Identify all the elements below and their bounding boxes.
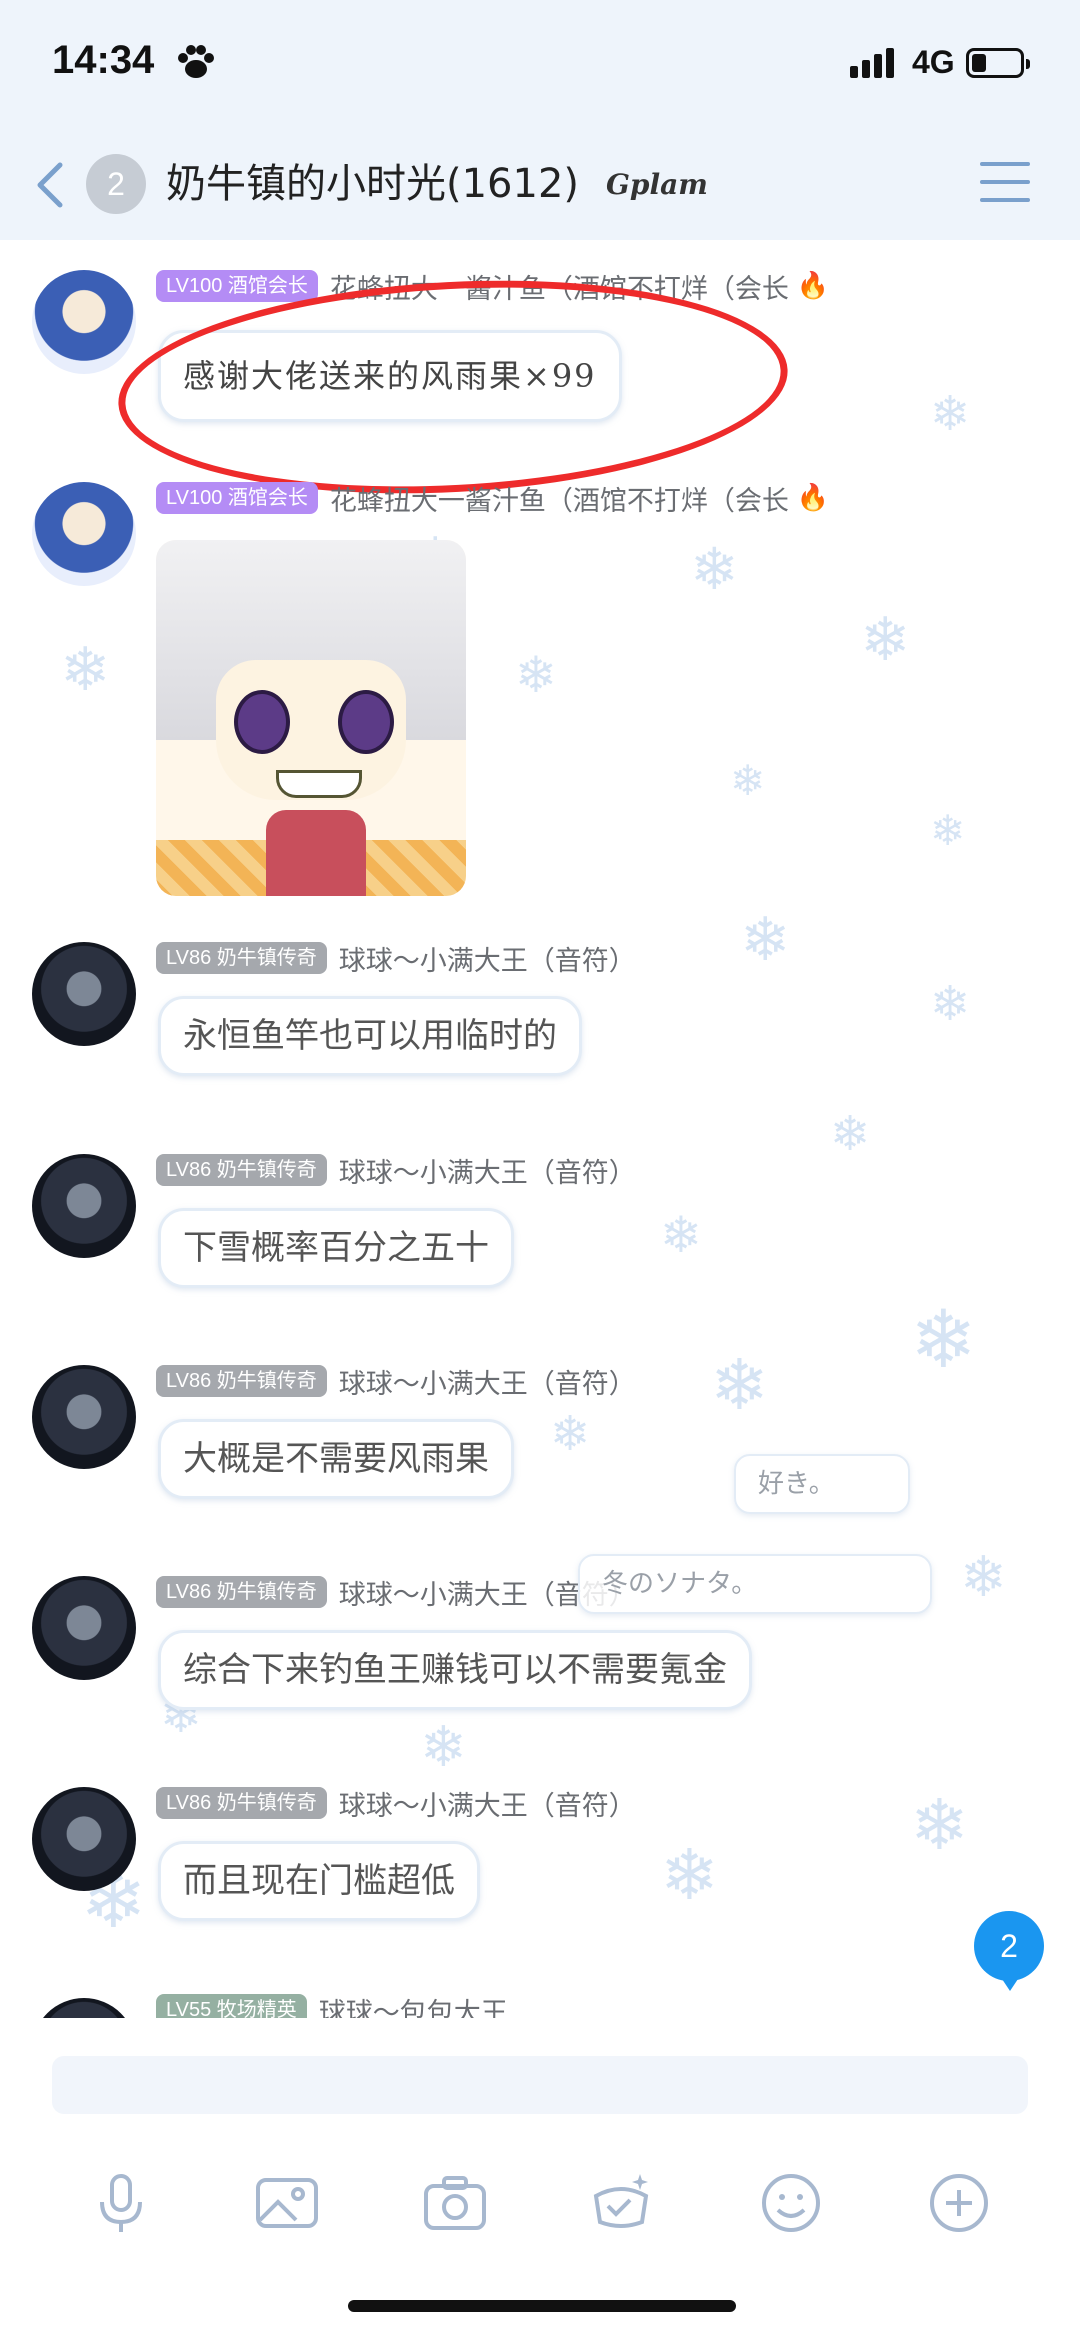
sender-name[interactable]: 球球～小满大王（音符）	[339, 939, 636, 978]
snowflake-decoration: ❄	[740, 905, 791, 975]
snowflake-decoration: ❄	[550, 1406, 591, 1462]
snowflake-decoration: ❄	[690, 535, 739, 603]
avatar[interactable]	[32, 1154, 136, 1258]
chat-header: 2 奶牛镇的小时光(1612) Gplam	[0, 130, 1080, 240]
snowflake-decoration: ❄	[660, 1834, 719, 1916]
message-meta: LV86 奶牛镇传奇 球球～小满大王（音符）	[156, 1574, 636, 1611]
sender-name[interactable]: 球球～小满大王（音符）	[339, 1362, 636, 1401]
overlay-bubble: 好き。	[734, 1454, 910, 1514]
microphone-icon[interactable]	[86, 2168, 156, 2238]
snowflake-decoration: ❄	[960, 1545, 1007, 1610]
fire-icon: 🔥	[796, 483, 830, 513]
message-meta: LV86 奶牛镇传奇 球球～小满大王（音符）	[156, 1362, 636, 1401]
snowflake-decoration: ❄	[60, 635, 111, 705]
chat-message-list[interactable]: ❄ ❄ ❄ ❄ ❄ ❄ ❄ ❄ ❄ ❄ ❄ ❄ ❄ ❄ ❄ ❄ ❄ ❄ ❄ ❄ …	[0, 240, 1080, 2018]
snowflake-decoration: ❄	[930, 386, 971, 442]
snowflake-decoration: ❄	[860, 605, 911, 675]
avatar[interactable]	[32, 1998, 136, 2018]
snowflake-decoration: ❄	[660, 1206, 702, 1264]
level-badge: LV55 牧场精英	[156, 1994, 307, 2018]
message-bubble[interactable]: 综合下来钓鱼王赚钱可以不需要氪金	[158, 1630, 752, 1710]
network-type: 4G	[912, 44, 955, 80]
input-panel	[0, 2018, 1080, 2337]
sender-name[interactable]: 球球～小满大王（音符）	[339, 1784, 636, 1823]
message-meta: LV86 奶牛镇传奇 球球～小满大王（音符）	[156, 1784, 636, 1823]
level-badge: LV100 酒馆会长	[156, 270, 318, 302]
menu-icon[interactable]	[980, 162, 1030, 206]
message-bubble[interactable]: 永恒鱼竿也可以用临时的	[158, 996, 582, 1076]
level-badge: LV86 奶牛镇传奇	[156, 942, 327, 974]
sender-name[interactable]: 球球～小满大王（音符）	[339, 1151, 636, 1190]
level-badge: LV86 奶牛镇传奇	[156, 1787, 327, 1819]
snowflake-decoration: ❄	[930, 976, 971, 1032]
message-meta: LV86 奶牛镇传奇 球球～小满大王（音符）	[156, 1151, 636, 1190]
avatar[interactable]	[32, 1787, 136, 1891]
snowflake-decoration: ❄	[910, 1784, 969, 1866]
sticker-image[interactable]	[156, 540, 466, 896]
plus-icon[interactable]	[924, 2168, 994, 2238]
snowflake-decoration: ❄	[910, 1293, 978, 1386]
snowflake-decoration: ❄	[710, 1344, 769, 1426]
status-bar: 14:34 4G	[0, 0, 1080, 130]
overlay-bubble: 冬のソナタ。	[578, 1554, 932, 1614]
level-badge: LV86 奶牛镇传奇	[156, 1576, 327, 1608]
level-badge: LV100 酒馆会长	[156, 482, 318, 514]
level-badge: LV86 奶牛镇传奇	[156, 1154, 327, 1186]
avatar[interactable]	[32, 270, 136, 374]
snowflake-decoration: ❄	[830, 1106, 871, 1162]
signal-icon	[850, 48, 898, 78]
input-toolbar	[0, 2168, 1080, 2248]
paw-icon	[178, 45, 214, 78]
home-indicator[interactable]	[348, 2300, 736, 2312]
snowflake-decoration: ❄	[420, 1715, 467, 1780]
new-message-badge[interactable]: 2	[974, 1911, 1044, 1991]
sender-name[interactable]: 花蜂扭大一酱汁鱼（酒馆不打烊（会长	[330, 479, 789, 518]
snowflake-decoration: ❄	[930, 806, 966, 855]
emoji-icon[interactable]	[756, 2168, 826, 2238]
title-logo: Gplam	[606, 168, 708, 201]
fire-icon: 🔥	[796, 271, 830, 301]
image-icon[interactable]	[252, 2168, 322, 2238]
unread-count-badge[interactable]: 2	[86, 154, 146, 214]
snowflake-decoration: ❄	[730, 756, 766, 805]
avatar[interactable]	[32, 942, 136, 1046]
sender-name[interactable]: 球球～包包大王	[319, 1991, 508, 2019]
avatar[interactable]	[32, 1365, 136, 1469]
level-badge: LV86 奶牛镇传奇	[156, 1365, 327, 1397]
message-input[interactable]	[52, 2056, 1028, 2114]
red-packet-icon[interactable]	[586, 2168, 656, 2238]
back-icon[interactable]	[30, 160, 70, 210]
message-bubble[interactable]: 大概是不需要风雨果	[158, 1419, 514, 1499]
message-meta: LV55 牧场精英 球球～包包大王	[156, 1992, 508, 2018]
message-bubble[interactable]: 下雪概率百分之五十	[158, 1208, 514, 1288]
message-meta: LV86 奶牛镇传奇 球球～小满大王（音符）	[156, 939, 636, 978]
snowflake-decoration: ❄	[515, 646, 557, 704]
avatar[interactable]	[32, 482, 136, 586]
message-bubble[interactable]: 而且现在门槛超低	[158, 1841, 480, 1921]
group-title: 奶牛镇的小时光(1612)	[166, 161, 580, 207]
status-time: 14:34	[52, 38, 155, 82]
message-meta: LV100 酒馆会长 花蜂扭大一酱汁鱼（酒馆不打烊（会长 🔥	[156, 479, 830, 518]
avatar[interactable]	[32, 1576, 136, 1680]
battery-icon	[966, 48, 1030, 78]
camera-icon[interactable]	[420, 2168, 490, 2238]
